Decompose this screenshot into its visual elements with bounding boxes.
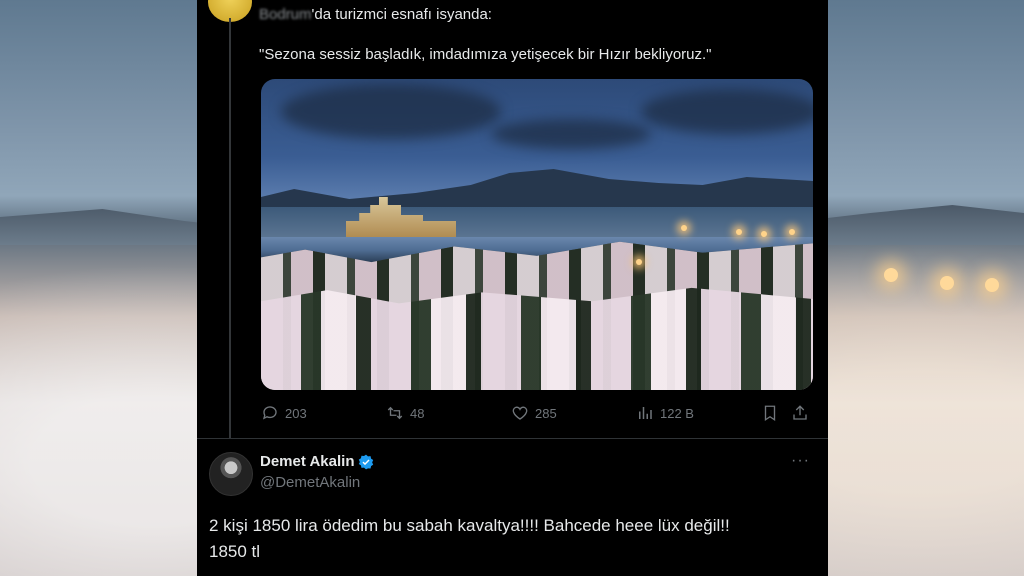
like-action[interactable]: 285 <box>511 404 557 422</box>
background-light <box>884 268 898 282</box>
repost-icon <box>387 406 403 420</box>
tweet-thread: Bodrum'da turizmci esnafı isyanda: "Sezo… <box>197 0 828 576</box>
blurred-word: Bodrum <box>259 6 312 23</box>
bookmark-action[interactable] <box>761 404 779 422</box>
reply-author-name[interactable]: Demet Akalin <box>260 453 374 470</box>
repost-action[interactable]: 48 <box>386 404 424 422</box>
views-count: 122 B <box>660 405 694 421</box>
tweet-actions: 203 48 285 122 B <box>261 404 813 426</box>
tweet-text-line: Bodrum'da turizmci esnafı isyanda: <box>259 6 492 23</box>
share-action[interactable] <box>791 404 809 422</box>
like-count: 285 <box>535 405 557 421</box>
views-icon <box>639 407 652 419</box>
reply-text: 2 kişi 1850 lira ödedim bu sabah kavalty… <box>209 516 730 561</box>
bookmark-icon <box>764 405 776 422</box>
share-icon <box>793 405 807 420</box>
reply-action[interactable]: 203 <box>261 404 307 422</box>
thread-line <box>229 18 231 438</box>
verified-badge-icon <box>359 454 374 469</box>
views-action[interactable]: 122 B <box>636 404 694 422</box>
reply-count: 203 <box>285 405 307 421</box>
author-name: Demet Akalin <box>260 453 355 470</box>
tweet-text: 'da turizmci esnafı isyanda: <box>311 6 492 23</box>
more-options-icon[interactable]: ··· <box>791 452 810 470</box>
tweet-photo[interactable] <box>261 79 813 390</box>
background-light <box>985 278 999 292</box>
reply-avatar[interactable] <box>209 452 253 496</box>
background-light <box>940 276 954 290</box>
heart-icon <box>512 406 528 420</box>
repost-count: 48 <box>410 405 425 421</box>
reply-author-handle[interactable]: @DemetAkalin <box>260 474 360 491</box>
tweet-quote: "Sezona sessiz başladık, imdadımıza yeti… <box>259 46 712 63</box>
divider <box>197 438 828 439</box>
reply-icon <box>262 406 277 420</box>
